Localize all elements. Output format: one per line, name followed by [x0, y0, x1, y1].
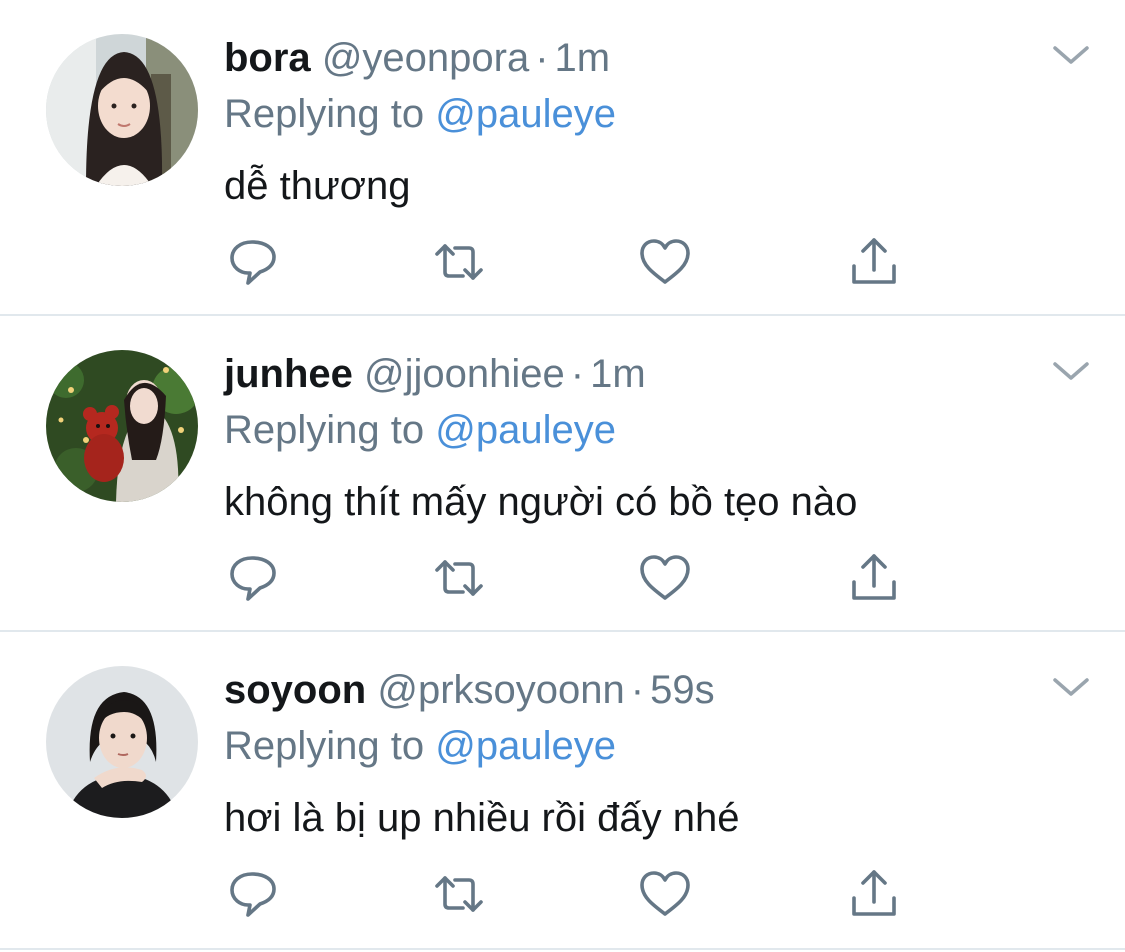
like-icon[interactable] — [637, 866, 693, 922]
share-icon[interactable] — [846, 866, 902, 922]
retweet-icon[interactable] — [431, 866, 487, 922]
timestamp[interactable]: 1m — [590, 352, 646, 396]
replying-to-label: Replying to — [224, 724, 436, 768]
avatar[interactable] — [46, 34, 198, 186]
tweet-actions — [0, 234, 1125, 294]
tweet-actions — [0, 866, 1125, 926]
replying-to: Replying to @pauleye — [224, 720, 616, 772]
avatar[interactable] — [46, 350, 198, 502]
display-name[interactable]: bora — [224, 36, 311, 80]
avatar-image-soyoon — [46, 666, 198, 818]
replying-to-label: Replying to — [224, 92, 436, 136]
chevron-down-icon[interactable] — [1051, 40, 1091, 70]
tweet-text: dễ thương — [224, 164, 411, 208]
reply-target-link[interactable]: @pauleye — [435, 92, 616, 136]
replying-to: Replying to @pauleye — [224, 404, 616, 456]
retweet-icon[interactable] — [431, 234, 487, 290]
replying-to: Replying to @pauleye — [224, 88, 616, 140]
chevron-down-icon[interactable] — [1051, 672, 1091, 702]
tweet-actions — [0, 550, 1125, 610]
reply-target-link[interactable]: @pauleye — [435, 724, 616, 768]
separator-dot: · — [630, 668, 645, 712]
reply-icon[interactable] — [226, 234, 282, 290]
user-handle[interactable]: @jjoonhiee — [364, 352, 565, 396]
tweet-header: soyoon @prksoyoonn · 59s — [224, 662, 715, 718]
display-name[interactable]: soyoon — [224, 668, 366, 712]
user-handle[interactable]: @yeonpora — [322, 36, 529, 80]
timestamp[interactable]: 59s — [650, 668, 715, 712]
tweet[interactable]: junhee @jjoonhiee · 1m Replying to @pauley… — [0, 316, 1125, 632]
like-icon[interactable] — [637, 550, 693, 606]
tweet-header: bora @yeonpora · 1m — [224, 30, 610, 86]
chevron-down-icon[interactable] — [1051, 356, 1091, 386]
display-name[interactable]: junhee — [224, 352, 353, 396]
tweet-text: hơi là bị up nhiều rồi đấy nhé — [224, 796, 740, 840]
separator-dot: · — [535, 36, 549, 80]
avatar-image-bora — [46, 34, 198, 186]
tweet[interactable]: bora @yeonpora · 1m Replying to @pauleye d… — [0, 0, 1125, 316]
share-icon[interactable] — [846, 234, 902, 290]
avatar[interactable] — [46, 666, 198, 818]
reply-icon[interactable] — [226, 866, 282, 922]
like-icon[interactable] — [637, 234, 693, 290]
replying-to-label: Replying to — [224, 408, 436, 452]
tweet[interactable]: soyoon @prksoyoonn · 59s Replying to @paul… — [0, 632, 1125, 950]
tweet-text: không thít mấy người có bồ tẹo nào — [224, 480, 858, 524]
separator-dot: · — [570, 352, 585, 396]
user-handle[interactable]: @prksoyoonn — [377, 668, 624, 712]
retweet-icon[interactable] — [431, 550, 487, 606]
share-icon[interactable] — [846, 550, 902, 606]
reply-icon[interactable] — [226, 550, 282, 606]
reply-target-link[interactable]: @pauleye — [435, 408, 616, 452]
tweet-header: junhee @jjoonhiee · 1m — [224, 346, 646, 402]
avatar-image-junhee — [46, 350, 198, 502]
timestamp[interactable]: 1m — [555, 36, 611, 80]
